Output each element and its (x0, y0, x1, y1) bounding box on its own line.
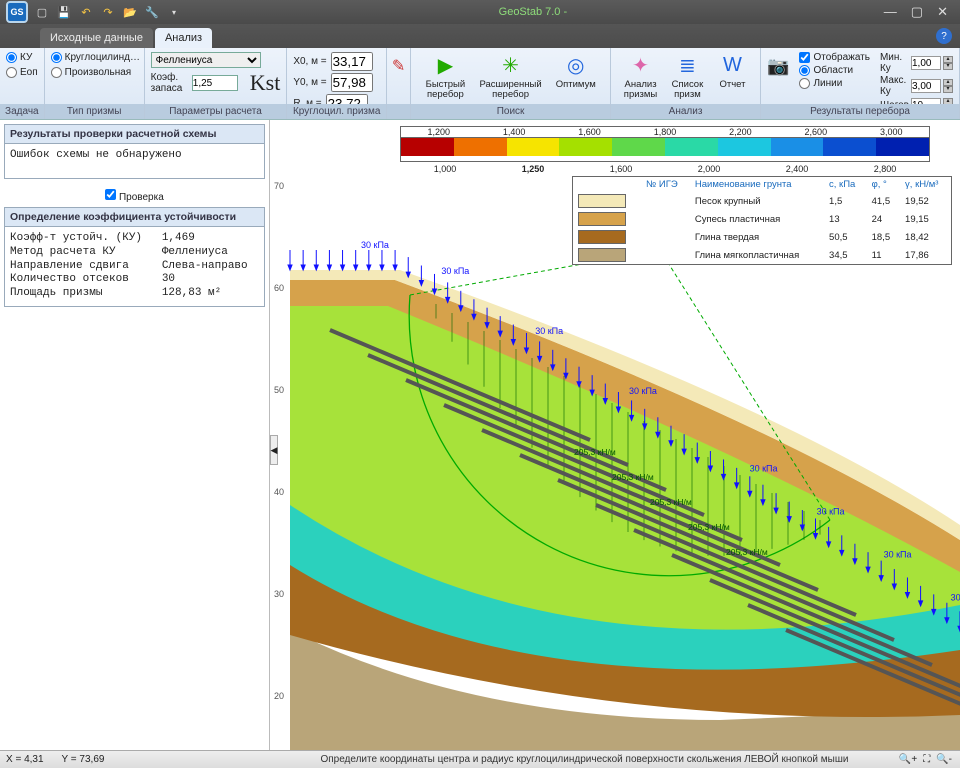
zoom-in-icon[interactable]: 🔍+ (899, 754, 917, 765)
app-logo[interactable]: GS (6, 1, 28, 23)
maxku-input[interactable] (911, 79, 941, 93)
svg-text:70: 70 (274, 181, 284, 191)
x0-input[interactable] (331, 52, 373, 71)
svg-text:205,3 кН/м: 205,3 кН/м (650, 497, 692, 507)
tab-source[interactable]: Исходные данные (40, 28, 153, 48)
close-button[interactable]: ✕ (937, 4, 948, 20)
svg-text:30 кПа: 30 кПа (441, 266, 469, 276)
group-results-label: Результаты перебора (761, 104, 959, 119)
status-y: Y = 73,69 (62, 754, 105, 765)
coef-input[interactable] (192, 75, 238, 91)
status-hint: Определите координаты центра и радиус кр… (270, 754, 899, 765)
gradient-legend: 1,2001,4001,6001,8002,2002,6003,000 1,00… (400, 126, 930, 162)
coef-body: Коэфф-т устойч. (КУ) 1,469 Метод расчета… (5, 227, 264, 306)
kst-label: Kst (250, 70, 281, 96)
radio-circ[interactable]: Круглоцилинд… (51, 52, 138, 63)
svg-text:40: 40 (274, 487, 284, 497)
app-title: GeoStab 7.0 - (182, 6, 884, 18)
ribbon: КУ Eоп Задача Круглоцилинд… Произвольная… (0, 48, 960, 120)
tab-analysis[interactable]: Анализ (155, 28, 212, 48)
dropdown-icon[interactable]: ▾ (166, 4, 182, 20)
open-icon[interactable]: 📂 (122, 4, 138, 20)
status-bar: X = 4,31 Y = 73,69 Определите координаты… (0, 750, 960, 768)
check-checkbox[interactable]: Проверка (105, 192, 164, 203)
svg-text:50: 50 (274, 385, 284, 395)
undo-icon[interactable]: ↶ (78, 4, 94, 20)
radio-arb[interactable]: Произвольная (51, 67, 138, 78)
main-area: Результаты проверки расчетной схемы Ошиб… (0, 120, 960, 750)
status-x: X = 4,31 (6, 754, 44, 765)
minku-input[interactable] (911, 56, 941, 70)
y0-input[interactable] (331, 73, 373, 92)
group-search-label: Поиск (411, 104, 610, 119)
maximize-button[interactable]: ▢ (911, 4, 923, 20)
radio-lines[interactable]: Линии (799, 78, 869, 89)
group-prism-label: Тип призмы (45, 104, 144, 119)
method-select[interactable]: Феллениуса (151, 52, 261, 68)
group-params-label: Параметры расчета (145, 104, 287, 119)
svg-text:205,3 кН/м: 205,3 кН/м (688, 522, 730, 532)
svg-text:205,3 кН/м: 205,3 кН/м (726, 547, 768, 557)
group-analysis-label: Анализ (611, 104, 760, 119)
zoom-fit-icon[interactable]: ⛶ (923, 754, 930, 765)
svg-text:30 кПа: 30 кПа (361, 240, 389, 250)
svg-text:30 кПа: 30 кПа (884, 550, 912, 560)
new-icon[interactable]: ▢ (34, 4, 50, 20)
canvas[interactable]: ◀ 203040506070 0102030405060 1.469 30 кП… (270, 120, 960, 750)
svg-text:30 кПа: 30 кПа (535, 326, 563, 336)
radio-ku[interactable]: КУ (6, 52, 38, 63)
svg-text:20: 20 (274, 691, 284, 701)
svg-text:205,3 кН/м: 205,3 кН/м (574, 447, 616, 457)
titlebar: GS ▢ 💾 ↶ ↷ 📂 🔧 ▾ GeoStab 7.0 - — ▢ ✕ (0, 0, 960, 24)
save-icon[interactable]: 💾 (56, 4, 72, 20)
redo-icon[interactable]: ↷ (100, 4, 116, 20)
marker-icon[interactable]: ✎ (392, 56, 405, 76)
svg-text:205,3 кН/м: 205,3 кН/м (612, 472, 654, 482)
group-circ-label: Круглоцил. призма (287, 104, 386, 119)
ribbon-tabs: Исходные данные Анализ ? (0, 24, 960, 48)
svg-text:30: 30 (274, 589, 284, 599)
check-heading: Результаты проверки расчетной схемы (5, 125, 264, 144)
check-body: Ошибок схемы не обнаружено (5, 144, 264, 178)
zoom-out-icon[interactable]: 🔍- (936, 754, 952, 765)
svg-text:30 кПа: 30 кПа (629, 386, 657, 396)
group-task-label: Задача (0, 104, 44, 119)
minimize-button[interactable]: — (884, 4, 897, 20)
svg-text:60: 60 (274, 283, 284, 293)
svg-text:30 кПа: 30 кПа (817, 507, 845, 517)
tool-icon[interactable]: 🔧 (144, 4, 160, 20)
radio-areas[interactable]: Области (799, 65, 869, 76)
soil-legend: № ИГЭНаименование грунтаc, кПаφ, °γ, кН/… (572, 176, 952, 265)
cb-show[interactable]: Отображать (799, 52, 869, 63)
side-panel: Результаты проверки расчетной схемы Ошиб… (0, 120, 270, 750)
coef-heading: Определение коэффициента устойчивости (5, 208, 264, 227)
svg-text:30 кПа: 30 кПа (951, 593, 960, 603)
radio-eop[interactable]: Eоп (6, 67, 38, 78)
svg-text:30 кПа: 30 кПа (750, 464, 778, 474)
help-icon[interactable]: ? (936, 28, 952, 44)
